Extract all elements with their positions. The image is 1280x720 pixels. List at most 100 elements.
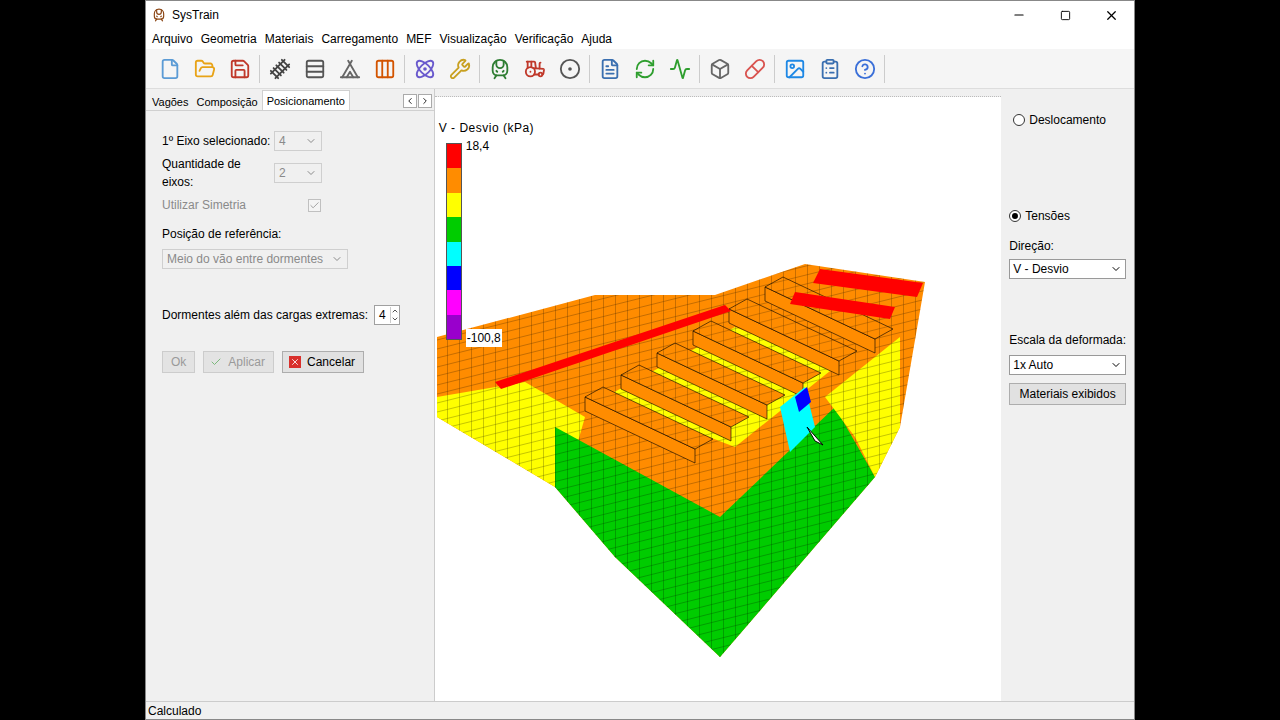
tab-scroll-right[interactable] — [418, 94, 432, 108]
tool-icon — [449, 58, 471, 80]
menu-bar: ArquivoGeometriaMateriaisCarregamentoMEF… — [146, 29, 1134, 49]
tool-icon — [339, 58, 361, 80]
screen: SysTrainArquivoGeometriaMateriaisCarrega… — [0, 0, 1280, 720]
toolbar-button[interactable] — [517, 52, 552, 86]
scale-label: Escala da deformada: — [1009, 331, 1126, 349]
toolbar-button[interactable] — [262, 52, 297, 86]
form-button: Aplicar — [203, 351, 274, 373]
legend-band — [447, 144, 461, 168]
legend-band — [447, 242, 461, 266]
fem-mesh[interactable] — [435, 97, 995, 697]
title-bar: SysTrain — [146, 1, 1134, 29]
chevron-icon — [305, 167, 317, 179]
tool-icon — [709, 58, 731, 80]
tool-icon — [669, 58, 691, 80]
minimize-button[interactable] — [996, 1, 1042, 29]
toolbar-button[interactable] — [552, 52, 587, 86]
toolbar-button[interactable] — [482, 52, 517, 86]
field-label: Utilizar Simetria — [162, 196, 308, 214]
toolbar-button[interactable] — [297, 52, 332, 86]
tool-icon — [374, 58, 396, 80]
scale-select[interactable]: 1x Auto — [1009, 355, 1126, 375]
legend-max: 18,4 — [466, 137, 502, 155]
right-icon — [420, 96, 430, 106]
legend-band — [447, 266, 461, 290]
tool-icon — [489, 58, 511, 80]
mode-radio[interactable]: Tensões — [1009, 207, 1126, 225]
up-icon[interactable] — [391, 307, 399, 315]
toolbar-button[interactable] — [442, 52, 477, 86]
spinner[interactable]: 4 — [374, 305, 400, 325]
toolbar-button[interactable] — [777, 52, 812, 86]
toolbar-button[interactable] — [627, 52, 662, 86]
down-icon[interactable] — [391, 315, 399, 323]
tool-icon — [524, 58, 546, 80]
app-logo-icon — [152, 8, 166, 22]
field-label: Dormentes além das cargas extremas: — [162, 306, 368, 324]
status-bar: Calculado — [146, 701, 1134, 719]
minimize-icon — [1012, 8, 1026, 22]
form-button[interactable]: Cancelar — [282, 351, 364, 373]
tab[interactable]: Composição — [193, 92, 262, 110]
form-row: Utilizar Simetria — [162, 189, 434, 221]
legend-band — [447, 290, 461, 314]
tool-icon — [414, 58, 436, 80]
menu-item[interactable]: Arquivo — [148, 30, 197, 48]
tool-icon — [819, 58, 841, 80]
menu-item[interactable]: Verificação — [511, 30, 578, 48]
toolbar-button[interactable] — [407, 52, 442, 86]
toolbar-button[interactable] — [592, 52, 627, 86]
toolbar-button[interactable] — [702, 52, 737, 86]
maximize-icon — [1060, 10, 1071, 21]
tool-icon — [744, 58, 766, 80]
close-button[interactable] — [1088, 1, 1134, 29]
tab[interactable]: Vagões — [148, 92, 193, 110]
direction-select[interactable]: V - Desvio — [1009, 259, 1126, 279]
checkbox — [308, 199, 321, 212]
form-button: Ok — [162, 351, 195, 373]
toolbar-button[interactable] — [332, 52, 367, 86]
toolbar-button[interactable] — [152, 52, 187, 86]
menu-item[interactable]: Ajuda — [577, 30, 616, 48]
close-icon — [1104, 8, 1119, 23]
app-window: SysTrainArquivoGeometriaMateriaisCarrega… — [145, 0, 1135, 720]
legend-band — [447, 217, 461, 241]
tool-icon — [269, 58, 291, 80]
tool-icon — [559, 58, 581, 80]
toolbar-button[interactable] — [187, 52, 222, 86]
form-block: Posição de referência: Meio do vão entre … — [162, 225, 434, 269]
select-field: 2 — [274, 163, 322, 183]
left-panel: VagõesComposiçãoPosicionamento1º Eixo se… — [146, 89, 435, 701]
chevron-icon — [1110, 263, 1122, 275]
tab-scroll-left[interactable] — [403, 94, 417, 108]
chevron-icon — [331, 253, 343, 265]
tool-icon — [304, 58, 326, 80]
menu-item[interactable]: Geometria — [197, 30, 261, 48]
toolbar-button[interactable] — [737, 52, 772, 86]
select-field: 4 — [274, 131, 322, 151]
field-label: Posição de referência: — [162, 225, 434, 243]
legend-title: V - Desvio (kPa) — [439, 119, 534, 137]
legend-band — [447, 168, 461, 192]
legend-band — [447, 315, 461, 339]
mode-radio[interactable]: Deslocamento — [1013, 111, 1126, 129]
select-field: Meio do vão entre dormentes — [162, 249, 348, 269]
check-icon — [309, 200, 320, 211]
toolbar-button[interactable] — [847, 52, 882, 86]
materials-button[interactable]: Materiais exibidos — [1009, 383, 1126, 405]
toolbar-button[interactable] — [662, 52, 697, 86]
menu-item[interactable]: Visualização — [435, 30, 510, 48]
toolbar-button[interactable] — [222, 52, 257, 86]
tab[interactable]: Posicionamento — [262, 90, 350, 110]
toolbar-button[interactable] — [367, 52, 402, 86]
maximize-button[interactable] — [1042, 1, 1088, 29]
menu-item[interactable]: Materiais — [261, 30, 318, 48]
menu-item[interactable]: MEF — [402, 30, 435, 48]
tool-icon — [194, 58, 216, 80]
toolbar — [146, 49, 1134, 89]
menu-item[interactable]: Carregamento — [317, 30, 402, 48]
tool-icon — [229, 58, 251, 80]
color-bar — [446, 143, 462, 340]
toolbar-button[interactable] — [812, 52, 847, 86]
tool-icon — [634, 58, 656, 80]
